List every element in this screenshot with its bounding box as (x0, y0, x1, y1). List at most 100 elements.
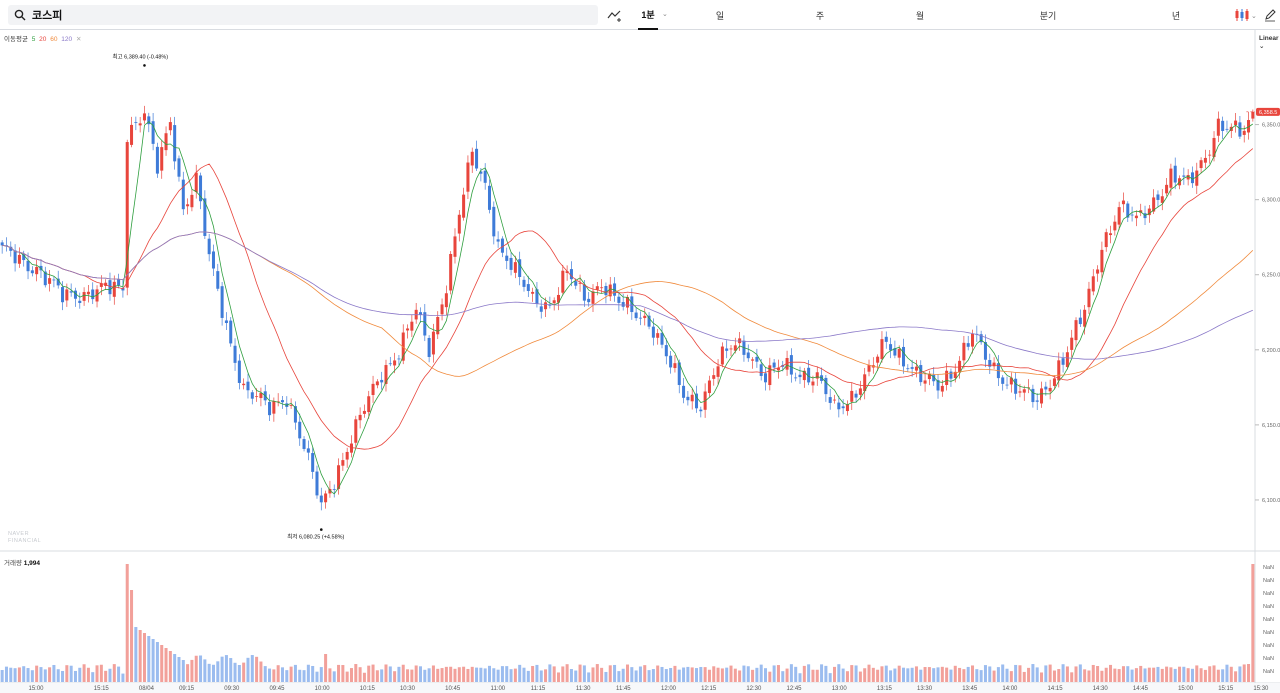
candle-body (61, 287, 65, 303)
x-tick-label: 14:15 (1048, 686, 1064, 692)
volume-bar (475, 667, 479, 682)
candle-body (660, 332, 664, 345)
volume-bar (561, 666, 565, 682)
candle-body (388, 363, 392, 365)
volume-bar (337, 664, 341, 682)
candle-body (595, 286, 599, 290)
candle-body (725, 348, 729, 351)
candle-body (393, 360, 397, 366)
candle-body (582, 284, 586, 301)
candle-body (440, 304, 444, 315)
volume-bar (1199, 668, 1203, 682)
volume-bar (531, 665, 535, 682)
y-tick-label: 6,150.0 (1262, 423, 1280, 429)
volume-bar (591, 667, 595, 682)
volume-axis-label: NaN (1263, 565, 1274, 571)
candle-body (656, 333, 660, 338)
candle-body (475, 148, 479, 169)
volume-bar (673, 665, 677, 682)
x-tick-label: 11:15 (531, 686, 546, 692)
candle-body (1221, 120, 1225, 131)
volume-bar (949, 669, 953, 682)
candle-body (794, 377, 798, 379)
volume-bar (332, 671, 336, 682)
candle-body (436, 316, 440, 335)
candle-body (1173, 165, 1177, 183)
candle-body (453, 236, 457, 257)
volume-bar (56, 669, 60, 682)
volume-bar (863, 668, 867, 682)
volume-bar (686, 666, 690, 682)
candle-body (751, 359, 755, 361)
volume-bar (1238, 666, 1242, 682)
volume-bar (1027, 667, 1031, 682)
volume-bar (569, 669, 573, 682)
volume-bar (229, 658, 233, 682)
volume-bar (526, 670, 530, 682)
candle-body (311, 453, 315, 472)
volume-bar (617, 671, 621, 682)
candle-body (902, 346, 906, 367)
candle-body (833, 399, 837, 401)
volume-bar (246, 657, 250, 682)
candle-body (1134, 215, 1138, 219)
volume-bar (815, 669, 819, 682)
volume-bar (466, 668, 470, 682)
x-tick-label: 14:45 (1133, 686, 1149, 692)
candle-body (1238, 122, 1242, 137)
volume-bar (729, 665, 733, 682)
price-chart[interactable]: 6,350.0 6,300.0 6,250.0 6,200.0 6,150.0 6,100… (0, 0, 1280, 693)
volume-bar (1186, 668, 1190, 682)
volume-bar (720, 668, 724, 682)
candle-body (1083, 309, 1087, 327)
volume-bar (397, 666, 401, 682)
volume-bar (1160, 668, 1164, 682)
volume-bar (996, 667, 1000, 682)
candle-body (634, 312, 638, 319)
candle-body (1096, 269, 1100, 274)
candle-body (789, 355, 793, 375)
volume-bar (798, 673, 802, 682)
candle-body (487, 185, 492, 210)
candle-body (1199, 160, 1203, 169)
candle-body (242, 383, 246, 386)
candle-body (923, 380, 927, 384)
x-tick-label: 10:30 (400, 686, 416, 692)
volume-bar (958, 667, 962, 682)
candle-body (134, 122, 138, 123)
volume-bar (1130, 669, 1134, 682)
candle-body (1087, 288, 1091, 308)
candle-body (1109, 233, 1113, 236)
volume-bar (820, 664, 824, 682)
volume-bar (914, 666, 918, 682)
volume-bar (699, 666, 703, 682)
candle-body (108, 280, 112, 295)
volume-bar (884, 665, 888, 682)
candle-body (837, 402, 841, 410)
volume-bar (677, 669, 681, 682)
candle-body (824, 377, 828, 395)
volume-bar (52, 664, 56, 682)
volume-bar (1169, 667, 1173, 682)
volume-bar (1152, 667, 1156, 682)
volume-bar (518, 664, 522, 682)
low-marker (319, 528, 323, 531)
candle-body (1005, 384, 1009, 386)
candle-body (48, 278, 52, 284)
volume-bar (1083, 669, 1087, 682)
volume-bar (168, 651, 172, 682)
volume-bar (272, 669, 276, 682)
y-tick-label: 6,100.0 (1262, 498, 1280, 504)
volume-bar (625, 664, 630, 682)
volume-bar (983, 665, 987, 682)
volume-bar (582, 665, 586, 682)
volume-bar (940, 666, 944, 682)
volume-axis-label: NaN (1263, 656, 1274, 662)
candle-body (173, 125, 177, 162)
volume-bar (9, 667, 13, 682)
volume-bar (802, 665, 806, 682)
candle-body (526, 284, 530, 291)
volume-bar (1221, 669, 1225, 682)
candle-body (591, 291, 595, 304)
volume-bar (513, 668, 517, 682)
